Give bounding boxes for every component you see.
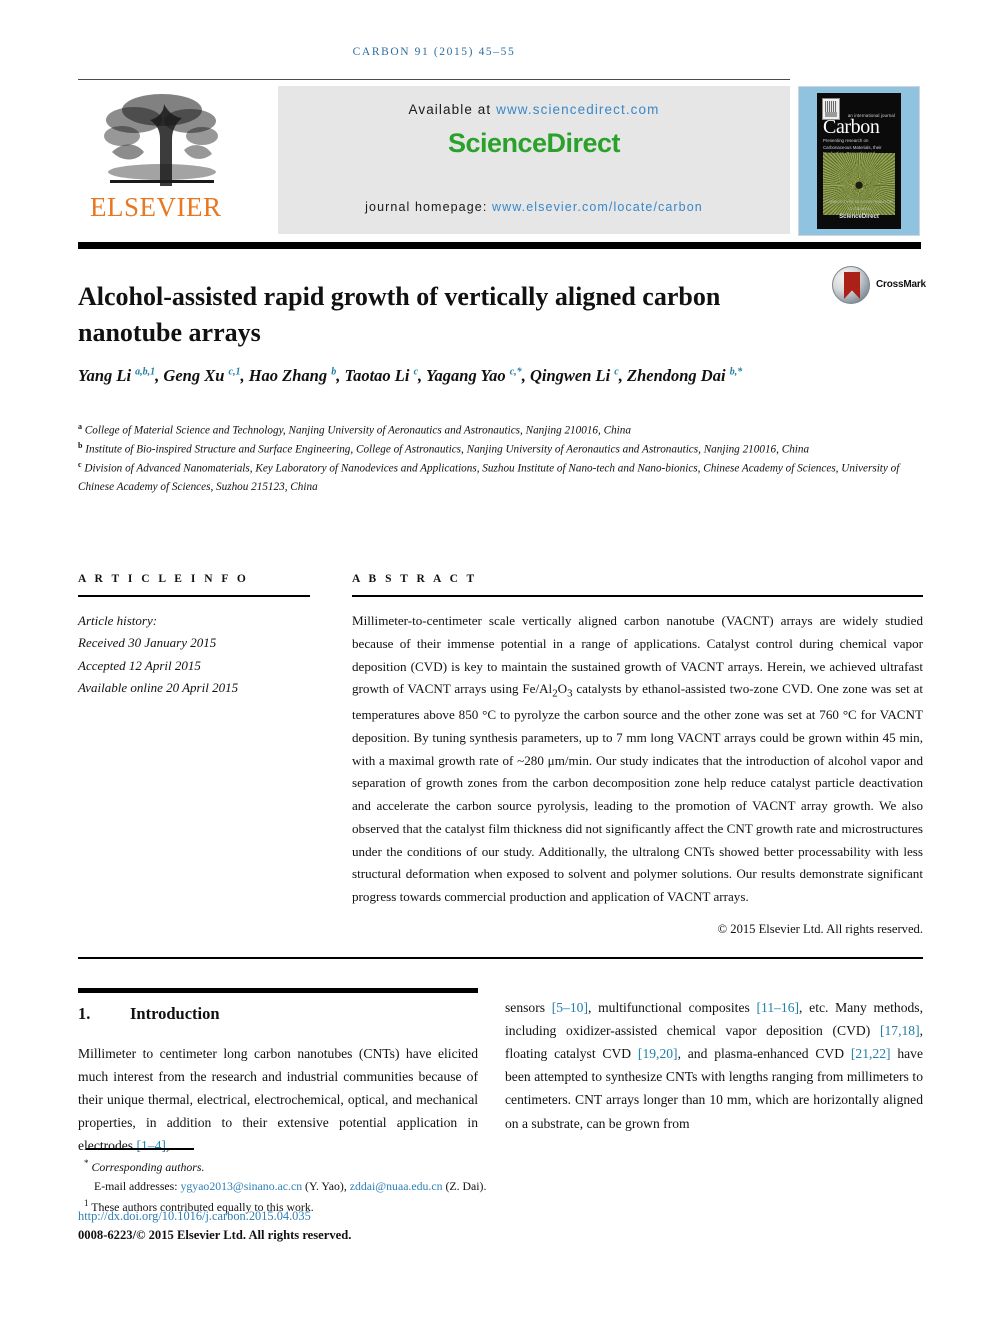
article-info-heading: A R T I C L E I N F O bbox=[78, 573, 249, 585]
available-prefix: Available at bbox=[408, 102, 497, 117]
section-number: 1. bbox=[78, 1004, 91, 1023]
asterisk-mark: * bbox=[84, 1158, 89, 1168]
affiliation-mark: c bbox=[78, 459, 82, 469]
issn-copyright-line: 0008-6223/© 2015 Elsevier Ltd. All right… bbox=[78, 1228, 352, 1242]
abstract-column: A B S T R A C T Millimeter-to-centimeter… bbox=[352, 573, 923, 937]
body-column-right: sensors [5–10], multifunctional composit… bbox=[505, 996, 923, 1148]
footnote-rule bbox=[86, 1148, 194, 1150]
affiliation-text: College of Material Science and Technolo… bbox=[84, 424, 631, 437]
crossmark-circle-icon bbox=[832, 266, 870, 304]
article-history: Article history: Received 30 January 201… bbox=[78, 610, 310, 699]
elsevier-tree-icon bbox=[104, 94, 218, 186]
journal-homepage-url[interactable]: www.elsevier.com/locate/carbon bbox=[492, 200, 703, 214]
cover-footer: CARBON TYPE IS A CONTRIBUTOR TO CARBON S… bbox=[823, 198, 895, 223]
affiliation-text: Division of Advanced Nanomaterials, Key … bbox=[78, 462, 900, 493]
section-top-rule bbox=[78, 988, 478, 993]
journal-banner: ELSEVIER Available at www.sciencedirect.… bbox=[78, 86, 790, 234]
email-owner-1: (Y. Yao), bbox=[305, 1179, 347, 1194]
affiliation-text: Institute of Bio-inspired Structure and … bbox=[85, 443, 810, 456]
footnote-mark-1: 1 bbox=[84, 1198, 89, 1209]
cover-footer-small: CARBON TYPE IS A CONTRIBUTOR TO CARBON bbox=[825, 198, 893, 212]
corresponding-author-text: Corresponding authors. bbox=[91, 1159, 205, 1174]
doi-link[interactable]: http://dx.doi.org/10.1016/j.carbon.2015.… bbox=[78, 1209, 311, 1224]
corresponding-author-note: * Corresponding authors. bbox=[78, 1156, 638, 1177]
elsevier-wordmark: ELSEVIER bbox=[90, 192, 222, 222]
article-received: Received 30 January 2015 bbox=[78, 635, 217, 651]
page-title: Alcohol-assisted rapid growth of vertica… bbox=[78, 282, 721, 348]
crossmark-ribbon-icon bbox=[844, 272, 860, 299]
body-column-left: 1. Introduction Millimeter to centimeter … bbox=[78, 996, 478, 1171]
article-accepted: Accepted 12 April 2015 bbox=[78, 657, 201, 673]
banner-bottom-rule bbox=[78, 242, 921, 249]
cover-footer-brand: ScienceDirect bbox=[839, 214, 879, 221]
cover-title: Carbon bbox=[823, 116, 880, 138]
intro-paragraph-left: Millimeter to centimeter long carbon nan… bbox=[78, 1046, 478, 1154]
cover-inner-panel: an international journal Carbon Presenti… bbox=[817, 93, 901, 229]
crossmark-label: CrossMark bbox=[876, 279, 926, 290]
email-link-1[interactable]: ygyao2013@sinano.ac.cn bbox=[181, 1179, 303, 1193]
available-at-line: Available at www.sciencedirect.com bbox=[278, 102, 790, 117]
elsevier-logo: ELSEVIER bbox=[78, 86, 278, 234]
article-info-column: A R T I C L E I N F O Article history: R… bbox=[78, 573, 310, 699]
crossmark-badge[interactable]: CrossMark bbox=[832, 266, 926, 306]
author-list: Yang Li a,b,1, Geng Xu c,1, Hao Zhang b,… bbox=[78, 366, 743, 385]
journal-article-page: CARBON 91 (2015) 45–55 ELSEVIER Availabl… bbox=[0, 0, 992, 1323]
email-label: E-mail addresses: bbox=[94, 1179, 178, 1194]
intro-paragraph-right: sensors [5–10], multifunctional composit… bbox=[505, 1000, 923, 1131]
abstract-rule bbox=[352, 595, 923, 597]
sciencedirect-url[interactable]: www.sciencedirect.com bbox=[496, 102, 659, 117]
journal-cover-thumbnail: an international journal Carbon Presenti… bbox=[798, 86, 920, 236]
header-rule bbox=[78, 79, 790, 80]
email-owner-2: (Z. Dai). bbox=[445, 1179, 487, 1194]
section-heading: 1. Introduction bbox=[78, 1004, 478, 1024]
article-history-label: Article history: bbox=[78, 613, 158, 628]
affiliation-mark: a bbox=[78, 422, 82, 431]
article-info-rule bbox=[78, 595, 310, 597]
running-head: CARBON 91 (2015) 45–55 bbox=[352, 46, 516, 58]
abstract-copyright: © 2015 Elsevier Ltd. All rights reserved… bbox=[717, 921, 923, 936]
sciencedirect-wordmark: ScienceDirect bbox=[447, 128, 621, 158]
affiliation-list: a College of Material Science and Techno… bbox=[78, 421, 923, 496]
affiliation-item: a College of Material Science and Techno… bbox=[78, 421, 923, 440]
article-available-online: Available online 20 April 2015 bbox=[78, 680, 239, 696]
abstract-text: Millimeter-to-centimeter scale verticall… bbox=[352, 613, 923, 905]
abstract-heading: A B S T R A C T bbox=[352, 573, 478, 585]
journal-homepage-line: journal homepage: www.elsevier.com/locat… bbox=[278, 200, 790, 214]
homepage-prefix: journal homepage: bbox=[365, 200, 492, 214]
section-title: Introduction bbox=[130, 1004, 220, 1023]
email-line: E-mail addresses: ygyao2013@sinano.ac.cn… bbox=[78, 1177, 638, 1196]
email-link-2[interactable]: zddai@nuaa.edu.cn bbox=[350, 1179, 443, 1193]
affiliation-item: c Division of Advanced Nanomaterials, Ke… bbox=[78, 459, 923, 496]
affiliation-item: b Institute of Bio-inspired Structure an… bbox=[78, 440, 923, 459]
abstract-bottom-rule bbox=[78, 957, 923, 959]
footnote-block: * Corresponding authors. E-mail addresse… bbox=[78, 1156, 638, 1217]
affiliation-mark: b bbox=[78, 440, 83, 450]
